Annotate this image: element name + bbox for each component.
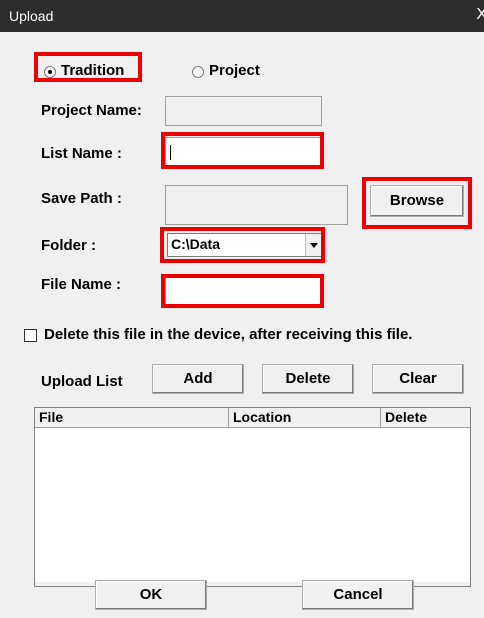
title-bar: Upload X [0, 0, 484, 32]
radio-selected-icon [44, 66, 56, 78]
window-title: Upload [9, 8, 54, 24]
folder-select-value: C:\Data [171, 236, 221, 252]
folder-select[interactable]: C:\Data [167, 233, 323, 257]
save-path-label: Save Path : [41, 190, 122, 207]
save-path-field[interactable] [165, 185, 348, 225]
delete-button[interactable]: Delete [262, 364, 354, 394]
radio-unselected-icon [192, 66, 204, 78]
project-label: Project [209, 62, 260, 79]
upload-dialog: Upload X Tradition Project Project Name:… [0, 0, 484, 618]
upload-list-table[interactable]: File Location Delete [34, 407, 471, 587]
chevron-down-icon[interactable] [305, 234, 322, 256]
close-icon[interactable]: X [476, 6, 484, 24]
clear-button[interactable]: Clear [372, 364, 464, 394]
add-button[interactable]: Add [152, 364, 244, 394]
file-name-field[interactable] [165, 277, 322, 305]
cancel-button[interactable]: Cancel [302, 580, 414, 610]
file-name-label: File Name : [41, 276, 122, 293]
ok-button[interactable]: OK [95, 580, 207, 610]
project-name-label: Project Name: [41, 102, 142, 119]
tradition-label: Tradition [61, 62, 125, 79]
list-name-label: List Name : [41, 145, 122, 162]
column-header-location[interactable]: Location [229, 408, 381, 427]
text-cursor [170, 145, 171, 160]
column-header-file[interactable]: File [35, 408, 229, 427]
list-name-field[interactable] [165, 137, 322, 167]
project-name-field[interactable] [165, 96, 322, 126]
table-header: File Location Delete [35, 408, 470, 428]
upload-list-label: Upload List [41, 373, 123, 390]
delete-after-receive-label: Delete this file in the device, after re… [44, 326, 413, 343]
folder-label: Folder : [41, 237, 96, 254]
project-radio[interactable]: Project [192, 62, 282, 84]
tradition-radio[interactable]: Tradition [44, 62, 144, 84]
browse-button[interactable]: Browse [370, 185, 464, 217]
column-header-delete[interactable]: Delete [381, 408, 470, 427]
delete-after-receive-checkbox[interactable] [24, 329, 37, 342]
